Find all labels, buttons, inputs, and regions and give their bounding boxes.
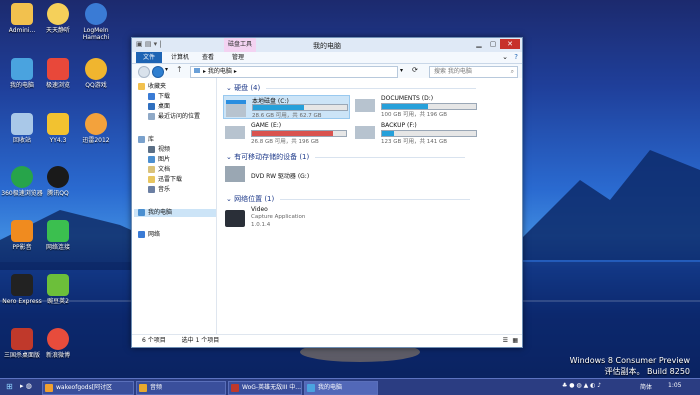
forward-button[interactable] [152,66,164,78]
tab-manage[interactable]: 管理 [226,52,250,63]
os-watermark-line1: Windows 8 Consumer Preview [569,356,690,365]
music-icon [148,186,155,193]
nav-videos[interactable]: 视频 [148,146,170,154]
browser-icon [45,383,53,392]
desktop-icon-network[interactable]: 网络连接 [36,220,80,251]
nav-music[interactable]: 音乐 [148,186,170,194]
navigation-bar: ▾ ↑ ▸ 我的电脑 ▸ ▾ ⟳ 搜索 我的电脑 ⌕ [132,64,522,79]
nav-downloads[interactable]: 下载 [148,93,170,101]
search-input[interactable]: 搜索 我的电脑 ⌕ [429,66,518,78]
star-icon [138,83,145,90]
search-icon: ⌕ [510,68,514,75]
network-location-video[interactable]: Video Capture Application 1.0.1.4 [223,206,348,232]
help-icon[interactable]: ? [514,53,518,61]
document-icon [148,166,155,173]
drive-e[interactable]: GAME (E:) 26.8 GB 可用，共 196 GB [223,122,348,145]
camera-icon [225,210,245,227]
drive-usage-bar [381,130,477,137]
group-removable[interactable]: ⌄ 有可移动存储的设备 (1) [226,152,466,162]
quick-launch-icons[interactable]: ▸ ◍ [20,382,32,390]
selected-count: 选中 1 个项目 [181,337,220,344]
taskbar-button-computer[interactable]: 我的电脑 [304,381,378,395]
computer-icon [138,209,145,216]
desktop-icon [148,103,155,110]
group-hard-drives[interactable]: ⌄ 硬盘 (4) [226,83,477,93]
dvd-drive-icon [225,166,245,182]
status-bar: 6 个项目 选中 1 个项目 ☰ ▦ [132,334,522,347]
folder-icon [139,383,147,392]
content-pane: ⌄ 硬盘 (4) 本地磁盘 (C:) 28.6 GB 可用，共 62.7 GB … [217,78,522,335]
details-view-icon[interactable]: ☰ [503,335,508,347]
download-icon [148,93,155,100]
nav-libraries[interactable]: 库 [138,136,154,144]
refresh-icon[interactable]: ⟳ [412,66,418,74]
computer-icon [307,383,315,392]
maximize-button[interactable]: ▢ [486,39,500,49]
drive-d[interactable]: DOCUMENTS (D:) 100 GB 可用，共 196 GB [353,95,478,118]
tab-file[interactable]: 文件 [136,52,162,63]
picture-icon [148,156,155,163]
address-dropdown-icon[interactable]: ▾ [400,67,403,74]
large-icons-view-icon[interactable]: ▦ [512,335,518,347]
nav-desktop[interactable]: 桌面 [148,103,170,111]
desktop-icon-hamachi[interactable]: LogMeIn Hamachi [74,3,118,41]
desktop-icon-thunder[interactable]: 迅雷2012 [74,113,118,144]
video-icon [148,146,155,153]
item-count: 6 个项目 [142,337,166,344]
ribbon-tabs: 文件 计算机 查看 管理 ⌄ ? [132,52,522,64]
drive-icon [225,126,245,139]
window-title: 我的电脑 [313,42,341,50]
nav-thunder-downloads[interactable]: 迅雷下载 [148,176,182,184]
nav-network[interactable]: 网络 [138,231,160,239]
address-path: 我的电脑 [207,68,232,75]
drive-usage-bar [252,104,348,111]
minimize-button[interactable]: ▁ [472,39,486,49]
drive-usage-bar [251,130,347,137]
close-button[interactable]: ✕ [500,39,520,49]
window-body: 收藏夹 下载 桌面 最近访问的位置 库 视频 图片 文档 迅雷下载 音乐 我的电… [132,78,522,335]
back-button[interactable] [138,66,150,78]
nav-pictures[interactable]: 图片 [148,156,170,164]
nav-recent[interactable]: 最近访问的位置 [148,113,200,121]
ribbon-expand-icon[interactable]: ⌄ [502,53,508,61]
taskbar-button-game[interactable]: WoG-英雄无敌III 中... [228,381,302,395]
recent-pages-icon[interactable]: ▾ [165,66,168,73]
drive-f[interactable]: BACKUP (F:) 123 GB 可用，共 141 GB [353,122,478,145]
drive-usage-bar [381,103,477,110]
recent-icon [148,113,155,120]
explorer-window: ▣ ▤ ▾ | 磁盘工具 我的电脑 ▁ ▢ ✕ 文件 计算机 查看 管理 ⌄ ?… [131,37,523,348]
navigation-pane: 收藏夹 下载 桌面 最近访问的位置 库 视频 图片 文档 迅雷下载 音乐 我的电… [132,78,217,335]
game-icon [231,383,239,392]
folder-icon [148,176,155,183]
nav-documents[interactable]: 文档 [148,166,170,174]
drive-c[interactable]: 本地磁盘 (C:) 28.6 GB 可用，共 62.7 GB [223,95,350,119]
os-watermark-line2: 评估副本。 Build 8250 [604,367,690,376]
group-network-locations[interactable]: ⌄ 网络位置 (1) [226,194,471,204]
tab-view[interactable]: 查看 [198,52,218,63]
desktop-icon-qq[interactable]: 腾讯QQ [36,166,80,197]
language-indicator[interactable]: 简体 [640,382,652,391]
network-icon [138,231,145,238]
tab-computer[interactable]: 计算机 [168,52,192,63]
clock[interactable]: 1:05 [668,382,681,389]
start-button[interactable]: ⊞ [6,382,13,391]
desktop-icon-qqgame[interactable]: QQ游戏 [74,58,118,89]
nav-computer[interactable]: 我的电脑 [134,209,216,217]
title-bar[interactable]: ▣ ▤ ▾ | 磁盘工具 我的电脑 ▁ ▢ ✕ [132,38,522,52]
address-bar[interactable]: ▸ 我的电脑 ▸ [190,66,398,78]
up-button[interactable]: ↑ [176,65,183,74]
taskbar-button-forum[interactable]: wakeofgods[阿讨区 [42,381,134,395]
drive-icon [355,99,375,112]
tray-icons[interactable]: ♣ ● ◍ ▲ ◐ ♪ [562,382,601,389]
desktop-icon-wandoujia[interactable]: 豌豆荚2 [36,274,80,305]
taskbar: ⊞ ▸ ◍ wakeofgods[阿讨区 音频 WoG-英雄无敌III 中...… [0,378,700,395]
windows-drive-icon [226,100,246,117]
computer-icon [194,68,200,73]
taskbar-button-audio[interactable]: 音频 [136,381,226,395]
drive-dvd[interactable]: DVD RW 驱动器 (G:) [223,164,348,186]
library-icon [138,136,145,143]
drive-icon [355,126,375,139]
nav-favorites[interactable]: 收藏夹 [138,83,166,91]
desktop-icon-weibo[interactable]: 新浪微博 [36,328,80,359]
